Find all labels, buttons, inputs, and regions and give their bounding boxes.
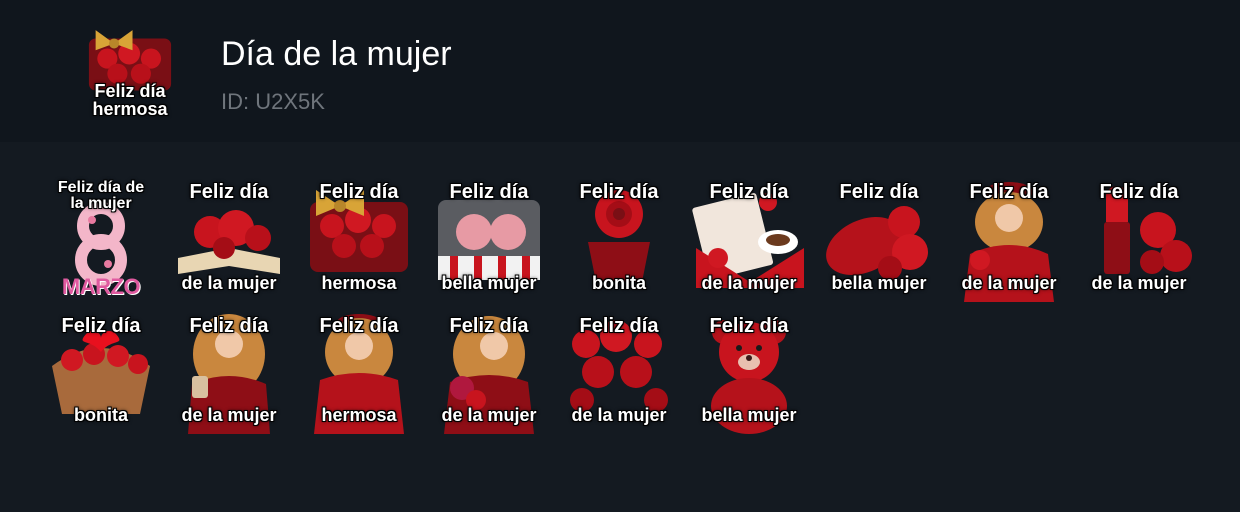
sticker-caption-line2: de la mujer xyxy=(1091,273,1187,293)
pack-id: ID: U2X5K xyxy=(221,89,325,114)
sticker-caption-line2: bella mujer xyxy=(701,405,797,425)
sticker-caption-line1: Feliz día xyxy=(449,181,529,203)
sticker-caption-line2: hermosa xyxy=(321,273,397,293)
sticker-item[interactable]: Feliz día de la mujer xyxy=(690,178,808,302)
sticker-caption-line2: bonita xyxy=(74,405,128,425)
sticker-caption-line2: bella mujer xyxy=(441,273,537,293)
sticker-caption-line2: de la mujer xyxy=(181,273,277,293)
sticker-item[interactable]: Feliz día de la mujer xyxy=(560,310,678,434)
thumbnail-caption-line1: Feliz día xyxy=(94,81,166,101)
sticker-item[interactable]: Feliz día de la mujer MARZO xyxy=(42,178,160,302)
sticker-caption-line2: de la mujer xyxy=(181,405,277,425)
sticker-caption-line2: la mujer xyxy=(70,195,132,212)
sticker-item[interactable]: Feliz día de la mujer xyxy=(170,178,288,302)
pack-thumbnail: Feliz día hermosa xyxy=(78,20,182,124)
sticker-caption-line2: bonita xyxy=(592,273,646,293)
sticker-caption-line2: de la mujer xyxy=(701,273,797,293)
sticker-item[interactable]: Feliz día de la mujer xyxy=(430,310,548,434)
thumbnail-caption-line2: hermosa xyxy=(92,99,168,119)
sticker-caption-line1: Feliz día xyxy=(449,315,529,337)
sticker-item[interactable]: Feliz día bella mujer xyxy=(690,310,808,434)
sticker-item[interactable]: Feliz día de la mujer xyxy=(1080,178,1198,302)
sticker-caption-line2: bella mujer xyxy=(831,273,927,293)
pack-header: Feliz día hermosa Día de la mujer ID: U2… xyxy=(0,0,1240,142)
sticker-caption-line1: Feliz día xyxy=(319,315,399,337)
sticker-caption-line1: Feliz día xyxy=(579,181,659,203)
sticker-caption-line2: hermosa xyxy=(321,405,397,425)
sticker-caption-line1: Feliz día xyxy=(189,181,269,203)
sticker-caption-line1: Feliz día xyxy=(1099,181,1179,203)
sticker-item[interactable]: Feliz día bella mujer xyxy=(430,178,548,302)
sticker-badge: MARZO xyxy=(61,274,141,299)
sticker-caption-line2: de la mujer xyxy=(571,405,667,425)
sticker-caption-line1: Feliz día xyxy=(839,181,919,203)
sticker-caption-line2: de la mujer xyxy=(961,273,1057,293)
sticker-caption-line1: Feliz día xyxy=(189,315,269,337)
sticker-caption-line1: Feliz día xyxy=(969,181,1049,203)
sticker-caption-line1: Feliz día xyxy=(709,181,789,203)
sticker-item[interactable]: Feliz día bonita xyxy=(42,310,160,434)
sticker-caption-line2: de la mujer xyxy=(441,405,537,425)
sticker-item[interactable]: Feliz día de la mujer xyxy=(170,310,288,434)
sticker-item[interactable]: Feliz día bonita xyxy=(560,178,678,302)
sticker-item[interactable]: Feliz día bella mujer xyxy=(820,178,938,302)
sticker-item[interactable]: Feliz día de la mujer xyxy=(950,178,1068,302)
sticker-caption-line1: Feliz día xyxy=(61,315,141,337)
sticker-caption-line1: Feliz día de xyxy=(57,179,145,196)
sticker-caption-line1: Feliz día xyxy=(579,315,659,337)
sticker-item[interactable]: Feliz día hermosa xyxy=(300,310,418,434)
sticker-item[interactable]: Feliz día hermosa xyxy=(300,178,418,302)
page-title: Día de la mujer xyxy=(221,35,452,73)
sticker-caption-line1: Feliz día xyxy=(709,315,789,337)
sticker-caption-line1: Feliz día xyxy=(319,181,399,203)
